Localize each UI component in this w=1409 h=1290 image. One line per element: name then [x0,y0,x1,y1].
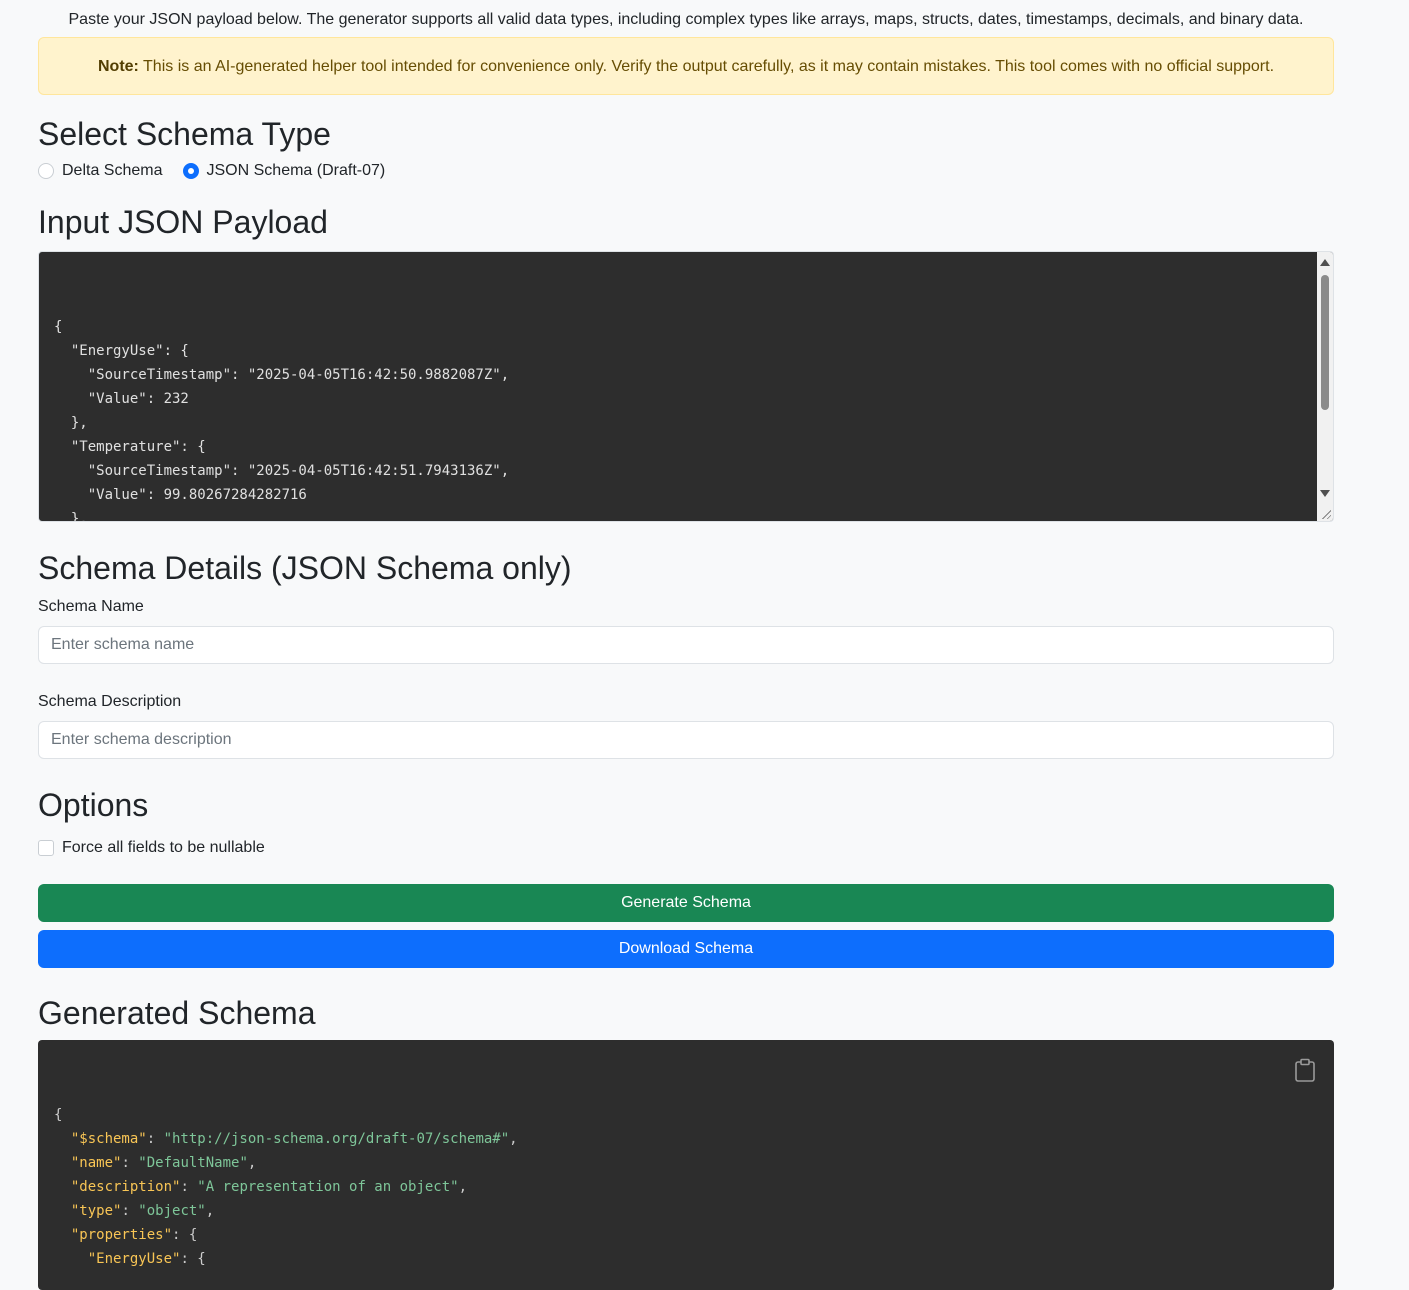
schema-description-label: Schema Description [38,693,182,710]
payload-line: "Value": 99.80267284282716 [54,487,307,503]
schema-punct: { [197,1251,206,1267]
payload-line: "SourceTimestamp": "2025-04-05T16:42:51.… [54,463,510,479]
resize-grip-icon[interactable] [1321,509,1331,519]
intro-text: Paste your JSON payload below. The gener… [68,11,1304,28]
scroll-up-arrow-icon[interactable] [1320,259,1330,266]
schema-value: "DefaultName" [138,1155,248,1171]
payload-scrollbar[interactable] [1317,252,1333,521]
schema-key: "EnergyUse" [87,1251,181,1267]
schema-punct: , [205,1203,215,1219]
scrollbar-thumb[interactable] [1321,275,1329,410]
schema-key: "description" [70,1179,181,1195]
payload-line: "SourceTimestamp": "2025-04-05T16:42:50.… [54,367,510,383]
note-text: This is an AI-generated helper tool inte… [143,58,1275,75]
schema-line: "type": "object", [70,1203,215,1219]
schema-value: "http://json-schema.org/draft-07/schema#… [163,1131,510,1147]
radio-delta-schema[interactable]: Delta Schema [38,162,163,180]
generate-schema-button[interactable]: Generate Schema [38,884,1334,922]
schema-key: "$schema" [70,1131,147,1147]
schema-line: "properties": { [70,1227,198,1243]
payload-line: }, [54,511,88,522]
schema-line: { [54,1103,1334,1127]
radio-label[interactable]: JSON Schema (Draft-07) [207,162,386,180]
schema-line: "name": "DefaultName", [70,1155,257,1171]
schema-key: "type" [70,1203,122,1219]
clipboard-icon[interactable] [1294,1058,1316,1082]
schema-value: "A representation of an object" [197,1179,459,1195]
main-container: Paste your JSON payload below. The gener… [38,0,1334,1290]
payload-line: "Temperature": { [54,439,206,455]
payload-line: }, [54,415,88,431]
schema-name-input[interactable]: Enter schema name [38,626,1334,664]
payload-line: { [54,319,63,335]
schema-type-heading: Select Schema Type [38,116,331,152]
radio-label[interactable]: Delta Schema [62,162,163,180]
schema-name-label: Schema Name [38,598,144,615]
schema-key: "properties" [70,1227,173,1243]
note-alert: Note: This is an AI-generated helper too… [38,37,1334,95]
schema-line: "$schema": "http://json-schema.org/draft… [70,1131,518,1147]
schema-punct: { [54,1107,63,1123]
options-heading: Options [38,787,149,823]
nullable-checkbox-row[interactable]: Force all fields to be nullable [38,836,1334,860]
radio-indicator[interactable] [182,163,199,179]
schema-line: "description": "A representation of an o… [70,1179,468,1195]
schema-value: "object" [138,1203,206,1219]
schema-description-input[interactable]: Enter schema description [38,721,1334,759]
radio-json-schema[interactable]: JSON Schema (Draft-07) [182,162,386,180]
nullable-checkbox[interactable] [38,840,54,856]
download-schema-button[interactable]: Download Schema [38,930,1334,968]
payload-line: "Value": 232 [54,391,189,407]
schema-line: "EnergyUse": { [87,1251,206,1267]
schema-punct: , [458,1179,468,1195]
schema-type-radio-group: Delta Schema JSON Schema (Draft-07) [38,159,1334,183]
note-label: Note: [97,58,139,75]
input-payload-heading: Input JSON Payload [38,204,328,240]
schema-punct: , [247,1155,257,1171]
json-payload-textarea[interactable]: { "EnergyUse": { "SourceTimestamp": "202… [38,251,1334,522]
schema-details-heading: Schema Details (JSON Schema only) [38,550,572,586]
schema-punct: , [509,1131,518,1147]
scroll-down-arrow-icon[interactable] [1320,490,1330,497]
payload-line: "EnergyUse": { [54,343,189,359]
schema-punct: { [188,1227,198,1243]
radio-indicator[interactable] [38,163,54,179]
nullable-checkbox-label[interactable]: Force all fields to be nullable [62,839,265,857]
schema-key: "name" [70,1155,122,1171]
generated-schema-heading: Generated Schema [38,995,316,1031]
generated-schema-output: { "$schema": "http://json-schema.org/dra… [38,1040,1334,1290]
